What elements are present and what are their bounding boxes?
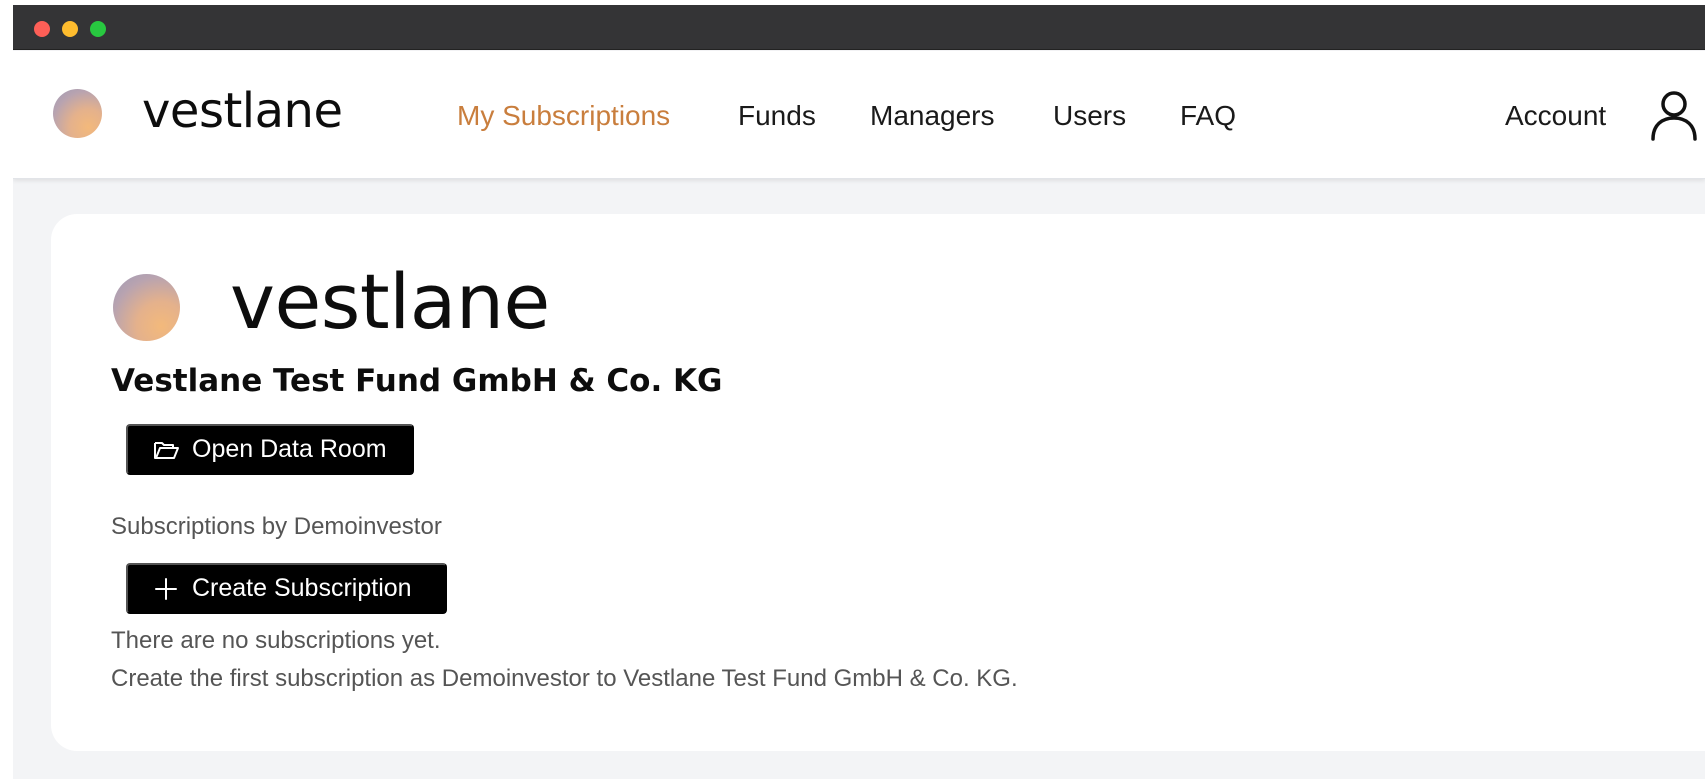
nav-link-funds[interactable]: Funds [738,99,816,133]
plus-icon [155,577,177,600]
nav-link-faq[interactable]: FAQ [1180,99,1236,133]
maximize-window-button[interactable] [90,21,106,37]
brand-wordmark[interactable]: vestlane [142,81,343,141]
browser-window: vestlane My Subscriptions Funds Managers… [13,5,1705,779]
minimize-window-button[interactable] [62,21,78,37]
folder-open-icon [154,441,179,459]
create-subscription-label: Create Subscription [192,574,412,602]
nav-link-managers[interactable]: Managers [870,99,995,133]
open-data-room-button[interactable]: Open Data Room [126,424,414,475]
fund-logo-icon [113,274,180,341]
user-icon[interactable] [1650,89,1698,141]
close-window-button[interactable] [34,21,50,37]
nav-link-my-subscriptions[interactable]: My Subscriptions [457,99,670,133]
fund-card: vestlane Vestlane Test Fund GmbH & Co. K… [51,214,1705,751]
subscriptions-heading: Subscriptions by Demoinvestor [111,513,442,540]
nav-link-users[interactable]: Users [1053,99,1126,133]
create-subscription-button[interactable]: Create Subscription [126,563,447,614]
fund-brand-wordmark: vestlane [230,257,550,346]
open-data-room-label: Open Data Room [192,435,387,463]
fund-title: Vestlane Test Fund GmbH & Co. KG [111,363,723,399]
top-navbar: vestlane My Subscriptions Funds Managers… [13,51,1705,179]
window-titlebar [13,5,1705,50]
brand-logo-icon[interactable] [53,89,102,138]
empty-state-message: There are no subscriptions yet. [111,627,441,654]
empty-state-hint: Create the first subscription as Demoinv… [111,665,1018,692]
nav-link-account[interactable]: Account [1505,99,1606,133]
